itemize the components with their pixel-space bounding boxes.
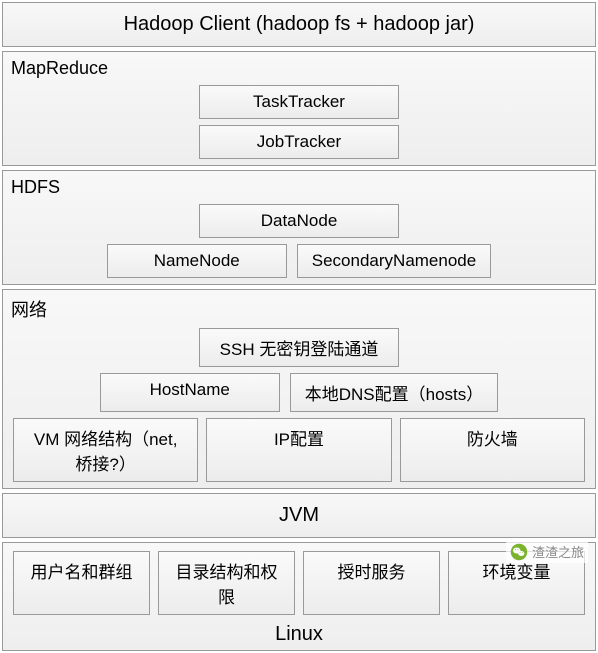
mapreduce-block: MapReduce TaskTracker JobTracker (2, 51, 596, 166)
user-node: 用户名和群组 (13, 551, 150, 615)
firewall-node: 防火墙 (400, 418, 585, 482)
dns-node: 本地DNS配置（hosts） (290, 373, 499, 412)
wechat-icon (510, 543, 528, 561)
hdfs-title: HDFS (9, 175, 589, 204)
client-title: Hadoop Client (hadoop fs + hadoop jar) (9, 7, 589, 42)
vm-node: VM 网络结构（net,桥接?） (13, 418, 198, 482)
mapreduce-title: MapReduce (9, 56, 589, 85)
client-block: Hadoop Client (hadoop fs + hadoop jar) (2, 2, 596, 47)
network-title: 网络 (9, 294, 589, 328)
ssh-node: SSH 无密钥登陆通道 (199, 328, 399, 367)
secondary-namenode-node: SecondaryNamenode (297, 244, 491, 278)
datanode-node: DataNode (199, 204, 399, 238)
network-block: 网络 SSH 无密钥登陆通道 HostName 本地DNS配置（hosts） V… (2, 289, 596, 489)
namenode-node: NameNode (107, 244, 287, 278)
linux-title: Linux (9, 621, 589, 646)
hdfs-block: HDFS DataNode NameNode SecondaryNamenode (2, 170, 596, 285)
watermark: 渣渣之旅 (506, 540, 588, 563)
ip-node: IP配置 (206, 418, 391, 482)
jvm-title: JVM (9, 498, 589, 533)
time-node: 授时服务 (303, 551, 440, 615)
watermark-text: 渣渣之旅 (532, 542, 584, 561)
dir-node: 目录结构和权限 (158, 551, 295, 615)
jobtracker-node: JobTracker (199, 125, 399, 159)
tasktracker-node: TaskTracker (199, 85, 399, 119)
jvm-block: JVM (2, 493, 596, 538)
hostname-node: HostName (100, 373, 280, 412)
